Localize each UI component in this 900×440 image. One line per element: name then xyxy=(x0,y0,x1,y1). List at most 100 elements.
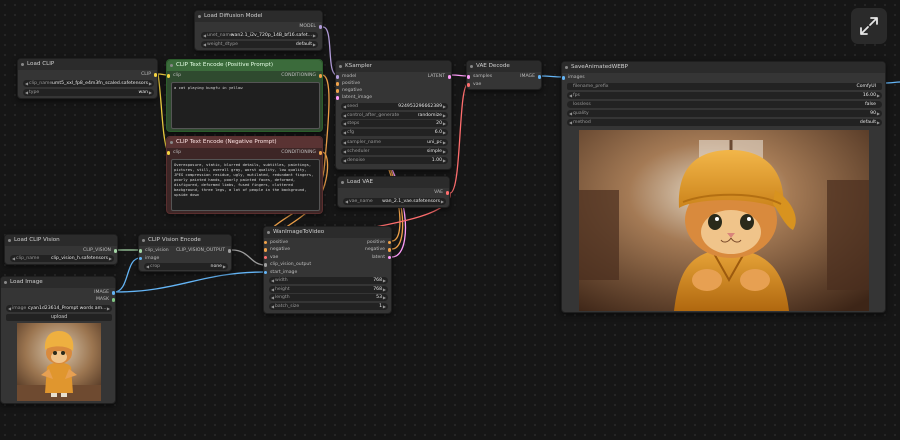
widget-steps[interactable]: ◀ steps 20 ▶ xyxy=(341,120,448,127)
widget-clip-name[interactable]: ◀ clip_name clip_vision_h.safetensors ▶ xyxy=(10,255,114,262)
arrow-left-icon[interactable]: ◀ xyxy=(25,89,28,96)
port-image-icon[interactable] xyxy=(562,76,566,80)
output-latent[interactable]: latent xyxy=(372,255,391,261)
arrow-right-icon[interactable]: ▶ xyxy=(109,255,112,262)
node-load-diffusion-model[interactable]: Load Diffusion Model MODEL ◀ unet_name wan… xyxy=(194,10,323,51)
input-model[interactable]: model xyxy=(336,74,356,80)
arrow-right-icon[interactable]: ▶ xyxy=(149,80,152,87)
arrow-left-icon[interactable]: ◀ xyxy=(343,157,346,164)
node-load-clip[interactable]: Load CLIP CLIP ◀ clip_name umt5_xxl_fp8_e4… xyxy=(17,58,158,99)
arrow-right-icon[interactable]: ▶ xyxy=(443,103,446,110)
input-negative[interactable]: negative xyxy=(264,247,290,253)
port-conditioning-icon[interactable] xyxy=(264,240,268,245)
arrow-right-icon[interactable]: ▶ xyxy=(443,139,446,146)
widget-seed[interactable]: ◀ seed 924953296662389 ▶ xyxy=(341,103,448,110)
collapse-dot-icon[interactable] xyxy=(470,65,473,68)
port-image-icon[interactable] xyxy=(264,270,268,275)
node-vae-decode[interactable]: VAE Decode samples vae IMAGE xyxy=(466,60,542,90)
port-clip-vision-output-icon[interactable] xyxy=(264,263,268,267)
input-start-image[interactable]: start_image xyxy=(264,270,297,276)
input-positive[interactable]: positive xyxy=(336,81,360,87)
arrow-right-icon[interactable]: ▶ xyxy=(107,305,110,312)
arrow-right-icon[interactable]: ▶ xyxy=(443,112,446,119)
arrow-right-icon[interactable]: ▶ xyxy=(877,110,880,117)
node-load-clip-vision[interactable]: Load CLIP Vision CLIP_VISION ◀ clip_name c… xyxy=(4,234,118,265)
arrow-left-icon[interactable]: ◀ xyxy=(343,129,346,136)
port-latent-icon[interactable] xyxy=(447,75,451,79)
port-conditioning-icon[interactable] xyxy=(336,89,340,93)
node-clip-text-positive[interactable]: CLIP Text Encode (Positive Prompt) clip … xyxy=(166,59,323,132)
port-vae-icon[interactable] xyxy=(445,191,449,195)
widget-type[interactable]: ◀ type wan ▶ xyxy=(23,89,154,96)
arrow-left-icon[interactable]: ◀ xyxy=(146,263,149,270)
widget-scheduler[interactable]: ◀ scheduler simple ▶ xyxy=(341,147,448,155)
widget-crop[interactable]: ◀ crop none ▶ xyxy=(144,263,228,270)
port-clip-icon[interactable] xyxy=(153,73,157,77)
port-model-icon[interactable] xyxy=(336,75,340,79)
arrow-right-icon[interactable]: ▶ xyxy=(383,286,386,293)
arrow-right-icon[interactable]: ▶ xyxy=(441,198,444,205)
arrow-right-icon[interactable]: ▶ xyxy=(223,263,226,270)
node-title[interactable]: Load CLIP Vision xyxy=(5,235,117,246)
arrow-left-icon[interactable]: ◀ xyxy=(12,255,15,262)
port-conditioning-icon[interactable] xyxy=(387,240,391,245)
collapse-dot-icon[interactable] xyxy=(8,239,11,242)
port-conditioning-icon[interactable] xyxy=(318,151,322,155)
collapse-dot-icon[interactable] xyxy=(170,141,173,144)
collapse-dot-icon[interactable] xyxy=(267,231,270,234)
widget-filename-prefix[interactable]: filename_prefix ComfyUI xyxy=(567,83,882,90)
collapse-dot-icon[interactable] xyxy=(565,66,568,69)
port-conditioning-icon[interactable] xyxy=(318,74,322,78)
arrow-right-icon[interactable]: ▶ xyxy=(383,294,386,301)
node-canvas[interactable]: Load Diffusion Model MODEL ◀ unet_name wan… xyxy=(0,0,900,440)
collapse-dot-icon[interactable] xyxy=(21,63,24,66)
arrow-left-icon[interactable]: ◀ xyxy=(343,120,346,127)
arrow-right-icon[interactable]: ▶ xyxy=(313,41,316,48)
port-image-icon[interactable] xyxy=(111,291,115,295)
arrow-left-icon[interactable]: ◀ xyxy=(343,148,346,155)
node-load-vae[interactable]: Load VAE VAE ◀ vae_name wan_2.1_vae.safete… xyxy=(337,176,450,208)
arrow-left-icon[interactable]: ◀ xyxy=(271,294,274,301)
widget-cfg[interactable]: ◀ cfg 6.0 ▶ xyxy=(341,128,448,136)
arrow-left-icon[interactable]: ◀ xyxy=(203,32,206,39)
upload-button[interactable]: upload xyxy=(6,314,112,321)
port-clip-vision-icon[interactable] xyxy=(113,249,117,253)
port-latent-icon[interactable] xyxy=(336,96,340,100)
node-load-image[interactable]: Load Image IMAGE MASK ◀ image cyan1d23614_… xyxy=(0,276,116,404)
arrow-left-icon[interactable]: ◀ xyxy=(569,92,572,99)
prompt-textarea[interactable]: a cat playing kungfu in yellow xyxy=(171,82,320,129)
arrow-right-icon[interactable]: ▶ xyxy=(383,303,386,310)
node-save-animated-webp[interactable]: SaveAnimatedWEBP images filename_prefix C… xyxy=(561,61,886,313)
widget-length[interactable]: ◀ length 53 ▶ xyxy=(269,294,388,301)
input-samples[interactable]: samples xyxy=(467,74,492,80)
arrow-left-icon[interactable]: ◀ xyxy=(271,303,274,310)
widget-quality[interactable]: ◀ quality 90 ▶ xyxy=(567,110,882,117)
collapse-dot-icon[interactable] xyxy=(170,64,173,67)
output-positive[interactable]: positive xyxy=(367,240,391,246)
arrow-right-icon[interactable]: ▶ xyxy=(149,89,152,96)
node-title[interactable]: CLIP Text Encode (Positive Prompt) xyxy=(167,60,322,71)
arrow-left-icon[interactable]: ◀ xyxy=(343,139,346,146)
output-image[interactable]: IMAGE xyxy=(94,290,115,296)
collapse-dot-icon[interactable] xyxy=(198,15,201,18)
node-title[interactable]: WanImageToVideo xyxy=(264,227,391,238)
arrow-left-icon[interactable]: ◀ xyxy=(271,277,274,284)
node-title[interactable]: Load Diffusion Model xyxy=(195,11,322,22)
port-vae-icon[interactable] xyxy=(264,255,268,260)
arrow-right-icon[interactable]: ▶ xyxy=(877,119,880,126)
arrow-right-icon[interactable]: ▶ xyxy=(313,32,316,39)
port-image-icon[interactable] xyxy=(139,256,143,261)
port-latent-icon[interactable] xyxy=(467,75,471,79)
input-images[interactable]: images xyxy=(562,75,585,81)
port-clip-vision-output-icon[interactable] xyxy=(227,249,231,253)
collapse-dot-icon[interactable] xyxy=(4,281,7,284)
arrow-left-icon[interactable]: ◀ xyxy=(343,112,346,119)
port-conditioning-icon[interactable] xyxy=(336,82,340,86)
widget-denoise[interactable]: ◀ denoise 1.00 ▶ xyxy=(341,157,448,164)
port-vae-icon[interactable] xyxy=(467,83,471,87)
output-conditioning[interactable]: CONDITIONING xyxy=(281,73,322,79)
input-clip[interactable]: clip xyxy=(167,73,181,79)
node-title[interactable]: Load Image xyxy=(1,277,115,288)
input-negative[interactable]: negative xyxy=(336,88,362,94)
prompt-textarea[interactable]: Overexposure, static, blurred details, s… xyxy=(171,159,320,211)
